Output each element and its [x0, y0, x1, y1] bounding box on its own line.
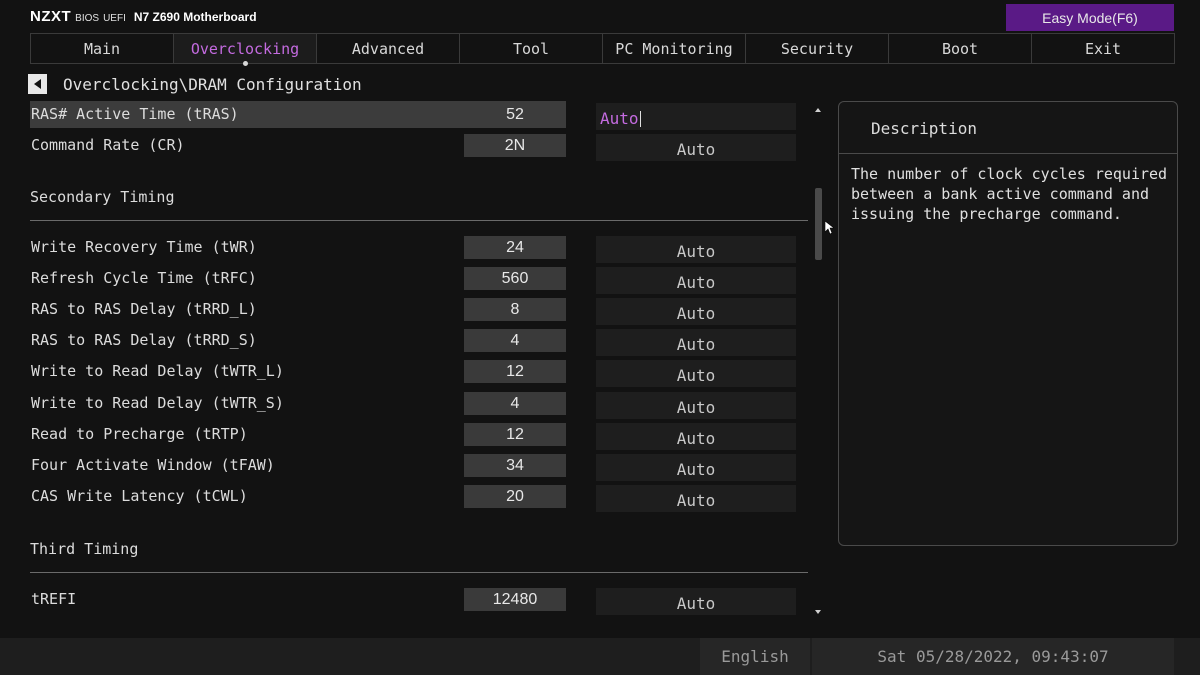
- setting-option[interactable]: Auto: [596, 298, 796, 325]
- scrollbar[interactable]: [813, 106, 823, 614]
- description-title: Description: [871, 119, 977, 138]
- breadcrumb-path: Overclocking\DRAM Configuration: [63, 74, 362, 94]
- setting-label: RAS to RAS Delay (tRRD_S): [31, 331, 257, 349]
- setting-value[interactable]: 4: [464, 329, 566, 352]
- setting-row-trrd-s[interactable]: RAS to RAS Delay (tRRD_S) 4 Auto: [30, 327, 800, 356]
- date-time-display: Sat 05/28/2022, 09:43:07: [812, 638, 1174, 675]
- tab-pc-monitoring[interactable]: PC Monitoring: [603, 34, 746, 63]
- breadcrumb: Overclocking\DRAM Configuration: [28, 72, 362, 96]
- setting-row-trefi[interactable]: tREFI 12480 Auto: [30, 586, 800, 615]
- motherboard-model: N7 Z690 Motherboard: [133, 10, 257, 24]
- scroll-up-arrow-icon[interactable]: [815, 108, 821, 112]
- tab-exit[interactable]: Exit: [1032, 34, 1175, 63]
- setting-value[interactable]: 560: [464, 267, 566, 290]
- setting-option[interactable]: Auto: [596, 267, 796, 294]
- setting-value[interactable]: 12: [464, 360, 566, 383]
- setting-option[interactable]: Auto: [596, 360, 796, 387]
- tab-advanced[interactable]: Advanced: [317, 34, 460, 63]
- setting-row-trtp[interactable]: Read to Precharge (tRTP) 12 Auto: [30, 421, 800, 450]
- setting-value[interactable]: 4: [464, 392, 566, 415]
- mouse-pointer-icon: [824, 220, 835, 239]
- setting-value[interactable]: 20: [464, 485, 566, 508]
- description-panel: Description The number of clock cycles r…: [838, 101, 1178, 546]
- setting-value[interactable]: 2N: [464, 134, 566, 157]
- setting-value[interactable]: 34: [464, 454, 566, 477]
- setting-label: RAS to RAS Delay (tRRD_L): [31, 300, 257, 318]
- section-divider: [30, 572, 808, 573]
- easy-mode-button[interactable]: Easy Mode(F6): [1006, 4, 1174, 31]
- description-header: Description: [839, 102, 1177, 154]
- tab-overclocking[interactable]: Overclocking: [174, 34, 317, 66]
- setting-label: Write to Read Delay (tWTR_S): [31, 394, 284, 412]
- setting-option[interactable]: Auto: [596, 588, 796, 615]
- tab-tool[interactable]: Tool: [460, 34, 603, 63]
- setting-row-tfaw[interactable]: Four Activate Window (tFAW) 34 Auto: [30, 452, 800, 481]
- setting-label: Write to Read Delay (tWTR_L): [31, 362, 284, 380]
- back-arrow-icon[interactable]: [28, 74, 47, 94]
- setting-label: Four Activate Window (tFAW): [31, 456, 275, 474]
- section-title-third: Third Timing: [30, 540, 139, 558]
- setting-row-tras[interactable]: RAS# Active Time (tRAS) 52 Auto: [30, 101, 800, 130]
- setting-row-tcwl[interactable]: CAS Write Latency (tCWL) 20 Auto: [30, 483, 800, 512]
- scroll-down-arrow-icon[interactable]: [815, 610, 821, 614]
- setting-option-input[interactable]: Auto: [596, 103, 796, 130]
- setting-value[interactable]: 8: [464, 298, 566, 321]
- setting-option[interactable]: Auto: [596, 236, 796, 263]
- section-divider: [30, 220, 808, 221]
- setting-option[interactable]: Auto: [596, 485, 796, 512]
- scroll-thumb[interactable]: [815, 188, 822, 260]
- tab-main[interactable]: Main: [30, 34, 174, 63]
- setting-option[interactable]: Auto: [596, 454, 796, 481]
- setting-row-twr[interactable]: Write Recovery Time (tWR) 24 Auto: [30, 234, 800, 263]
- setting-label: Command Rate (CR): [31, 136, 185, 154]
- description-text: The number of clock cycles required betw…: [851, 165, 1168, 223]
- setting-row-twtr-l[interactable]: Write to Read Delay (tWTR_L) 12 Auto: [30, 358, 800, 387]
- tab-boot[interactable]: Boot: [889, 34, 1032, 63]
- setting-value[interactable]: 52: [464, 103, 566, 126]
- section-title-secondary: Secondary Timing: [30, 188, 175, 206]
- uefi-label: UEFI: [103, 13, 126, 24]
- setting-row-twtr-s[interactable]: Write to Read Delay (tWTR_S) 4 Auto: [30, 390, 800, 419]
- setting-label: Read to Precharge (tRTP): [31, 425, 248, 443]
- header-bar: NZXT BIOS UEFI N7 Z690 Motherboard Easy …: [0, 0, 1200, 33]
- brand-name: NZXT: [30, 8, 72, 25]
- setting-label: Refresh Cycle Time (tRFC): [31, 269, 257, 287]
- nzxt-logo: NZXT BIOS UEFI N7 Z690 Motherboard: [30, 8, 257, 26]
- tab-security[interactable]: Security: [746, 34, 889, 63]
- setting-row-trrd-l[interactable]: RAS to RAS Delay (tRRD_L) 8 Auto: [30, 296, 800, 325]
- main-tabs: Main Overclocking Advanced Tool PC Monit…: [30, 33, 1175, 66]
- setting-option[interactable]: Auto: [596, 329, 796, 356]
- setting-row-command-rate[interactable]: Command Rate (CR) 2N Auto: [30, 132, 800, 161]
- bios-label: BIOS: [75, 13, 100, 24]
- setting-option[interactable]: Auto: [596, 392, 796, 419]
- setting-label: tREFI: [31, 590, 77, 608]
- setting-value[interactable]: 12: [464, 423, 566, 446]
- status-bar: English Sat 05/28/2022, 09:43:07: [0, 638, 1200, 675]
- setting-label: RAS# Active Time (tRAS): [31, 105, 239, 123]
- language-selector[interactable]: English: [700, 638, 810, 675]
- setting-value[interactable]: 24: [464, 236, 566, 259]
- setting-option[interactable]: Auto: [596, 134, 796, 161]
- setting-label: Write Recovery Time (tWR): [31, 238, 257, 256]
- setting-value[interactable]: 12480: [464, 588, 566, 611]
- setting-label: CAS Write Latency (tCWL): [31, 487, 248, 505]
- setting-row-trfc[interactable]: Refresh Cycle Time (tRFC) 560 Auto: [30, 265, 800, 294]
- setting-option[interactable]: Auto: [596, 423, 796, 450]
